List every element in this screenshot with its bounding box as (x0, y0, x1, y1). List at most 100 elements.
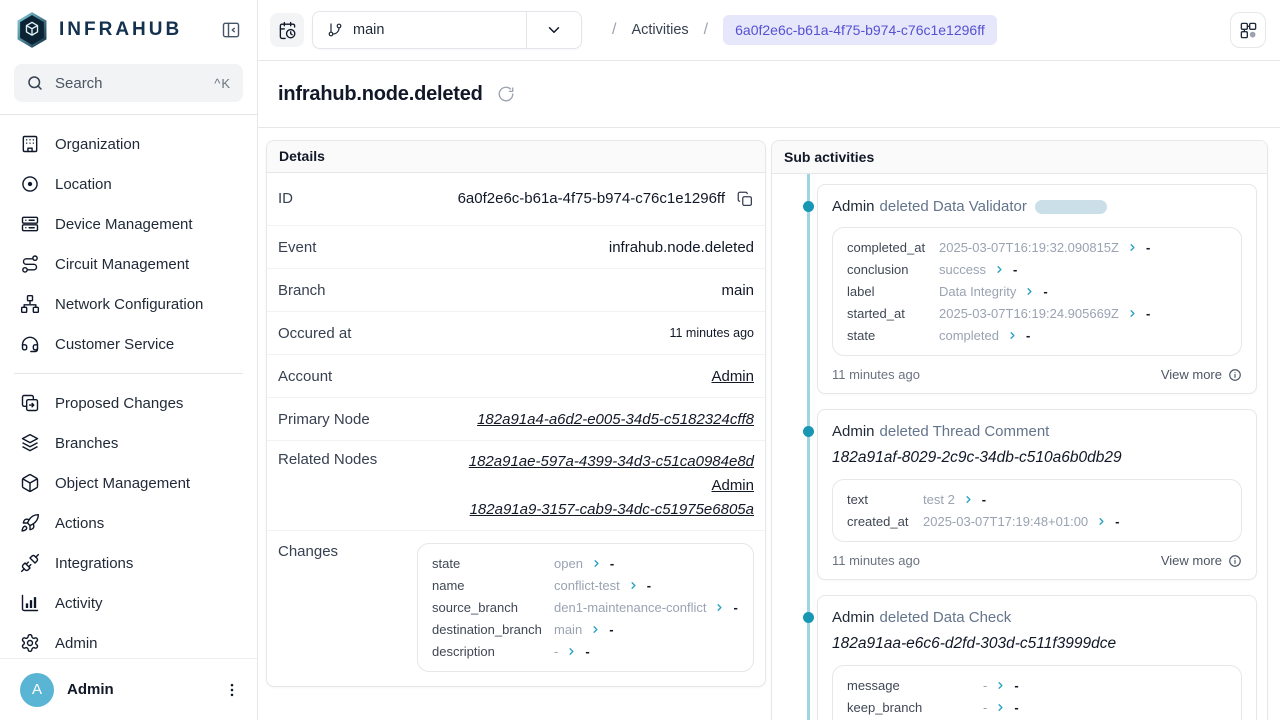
logo-row: INFRAHUB (0, 0, 257, 60)
view-more-link[interactable]: View more (1161, 367, 1242, 382)
details-row-related-nodes: Related Nodes 182a91ae-597a-4399-34d3-c5… (267, 440, 765, 530)
infrahub-logo-icon (15, 11, 49, 49)
user-name: Admin (67, 681, 114, 698)
chevron-right-icon (995, 702, 1006, 713)
sidebar-item-label: Actions (55, 515, 104, 532)
details-event-value: infrahub.node.deleted (609, 239, 754, 256)
field-row: created_at 2025-03-07T17:19:48+01:00 - (847, 513, 1227, 530)
field-row: state completed - (847, 327, 1227, 344)
primary-node-link[interactable]: 182a91a4-a6d2-e005-34d5-c5182324cff8 (477, 411, 754, 428)
details-row-id: ID 6a0f2e6c-b61a-4f75-b974-c76c1e1296ff (267, 173, 765, 225)
sidebar-item-circuit-management[interactable]: Circuit Management (8, 244, 249, 284)
details-row-changes: Changes state open - name conflict-test … (267, 530, 765, 686)
sidebar-item-proposed-changes[interactable]: Proposed Changes (8, 383, 249, 423)
search-input[interactable]: Search ^K (14, 64, 243, 102)
breadcrumb-activity-id[interactable]: 6a0f2e6c-b61a-4f75-b974-c76c1e1296ff (723, 15, 997, 45)
change-row: destination_branch main - (432, 621, 739, 638)
details-row-event: Event infrahub.node.deleted (267, 225, 765, 268)
breadcrumb-separator: / (704, 21, 708, 39)
field-row: keep_branch - - (847, 699, 1227, 716)
sidebar-item-branches[interactable]: Branches (8, 423, 249, 463)
view-more-link[interactable]: View more (1161, 553, 1242, 568)
sidebar-item-customer-service[interactable]: Customer Service (8, 324, 249, 364)
copy-id-button[interactable] (736, 190, 754, 208)
chevron-right-icon (1127, 242, 1138, 253)
sidebar-item-integrations[interactable]: Integrations (8, 543, 249, 583)
main-area: main / Activities / 6a0f2e6c-b61a-4f75-b… (258, 0, 1280, 720)
sidebar-item-admin[interactable]: Admin (8, 623, 249, 658)
bar-chart-icon (20, 593, 40, 613)
change-row: name conflict-test - (432, 577, 739, 594)
chevron-right-icon (1024, 286, 1035, 297)
node-id-skeleton (1035, 200, 1107, 214)
sidebar-item-object-management[interactable]: Object Management (8, 463, 249, 503)
activity-card: Admin deleted Data Check 182a91aa-e6c6-d… (817, 595, 1257, 720)
chevron-right-icon (1096, 516, 1107, 527)
sidebar-collapse-button[interactable] (219, 18, 243, 42)
brand-name: INFRAHUB (59, 19, 182, 41)
panel-left-close-icon (221, 20, 241, 40)
activity-fields-box: text test 2 - created_at 2025-03-07T17:1… (832, 479, 1242, 542)
breadcrumb-separator: / (612, 21, 616, 39)
chevron-right-icon (628, 580, 639, 591)
details-occured-value: 11 minutes ago (669, 326, 754, 340)
field-row: label Data Integrity - (847, 283, 1227, 300)
refresh-icon (497, 85, 515, 103)
sidebar-item-label: Proposed Changes (55, 395, 183, 412)
related-node-link[interactable]: Admin (711, 475, 754, 496)
details-row-occured-at: Occured at 11 minutes ago (267, 311, 765, 354)
sidebar-item-organization[interactable]: Organization (8, 124, 249, 164)
field-row: conclusion success - (847, 261, 1227, 278)
activity-node-id: 182a91af-8029-2c9c-34db-c510a6b0db29 (832, 449, 1242, 467)
details-row-primary-node: Primary Node 182a91a4-a6d2-e005-34d5-c51… (267, 397, 765, 440)
user-menu-button[interactable] (219, 677, 245, 703)
details-row-branch: Branch main (267, 268, 765, 311)
sidebar-menu: Organization Location Device Management (0, 114, 257, 658)
details-card-header: Details (267, 141, 765, 173)
git-branch-icon (327, 22, 343, 38)
change-row: description - - (432, 643, 739, 660)
sidebar-item-device-management[interactable]: Device Management (8, 204, 249, 244)
page-title: infrahub.node.deleted (278, 83, 483, 106)
page-header: infrahub.node.deleted (258, 61, 1280, 128)
calendar-clock-icon (278, 21, 297, 40)
sidebar-item-label: Customer Service (55, 336, 174, 353)
sidebar-item-label: Activity (55, 595, 103, 612)
breadcrumb-activities-link[interactable]: Activities (631, 22, 688, 38)
related-node-link[interactable]: 182a91a9-3157-cab9-34dc-c51975e6805a (470, 499, 754, 520)
sidebar-item-label: Device Management (55, 216, 193, 233)
activity-time: 11 minutes ago (832, 367, 920, 382)
sidebar-item-label: Integrations (55, 555, 133, 572)
activity-title: Admin deleted Data Check (832, 609, 1242, 626)
sidebar-item-location[interactable]: Location (8, 164, 249, 204)
branch-selector[interactable]: main (312, 11, 582, 49)
network-icon (20, 294, 40, 314)
info-icon (1228, 368, 1242, 382)
sidebar-item-network-configuration[interactable]: Network Configuration (8, 284, 249, 324)
schema-button[interactable] (1230, 12, 1266, 48)
search-shortcut: ^K (214, 76, 231, 91)
search-icon (26, 74, 44, 92)
sidebar-item-label: Branches (55, 435, 118, 452)
menu-divider (14, 373, 243, 374)
sidebar-item-activity[interactable]: Activity (8, 583, 249, 623)
sidebar-item-label: Network Configuration (55, 296, 203, 313)
diff-icon (20, 393, 40, 413)
change-row: source_branch den1-maintenance-conflict … (432, 599, 739, 616)
activity-time: 11 minutes ago (832, 553, 920, 568)
time-travel-button[interactable] (270, 13, 304, 47)
refresh-button[interactable] (495, 83, 517, 105)
activity-node-id: 182a91aa-e6c6-d2fd-303d-c511f3999dce (832, 635, 1242, 653)
schema-icon (1239, 21, 1258, 40)
branch-selector-value: main (353, 22, 384, 38)
details-id-value: 6a0f2e6c-b61a-4f75-b974-c76c1e1296ff (458, 190, 725, 207)
field-row: message - - (847, 677, 1227, 694)
sidebar-item-label: Organization (55, 136, 140, 153)
sub-activities-header: Sub activities (772, 141, 1267, 174)
sidebar-item-actions[interactable]: Actions (8, 503, 249, 543)
sidebar-item-label: Location (55, 176, 112, 193)
avatar: A (20, 673, 54, 707)
related-node-link[interactable]: 182a91ae-597a-4399-34d3-c51ca0984e8d (469, 451, 754, 472)
account-link[interactable]: Admin (711, 368, 754, 385)
chevron-right-icon (590, 624, 601, 635)
